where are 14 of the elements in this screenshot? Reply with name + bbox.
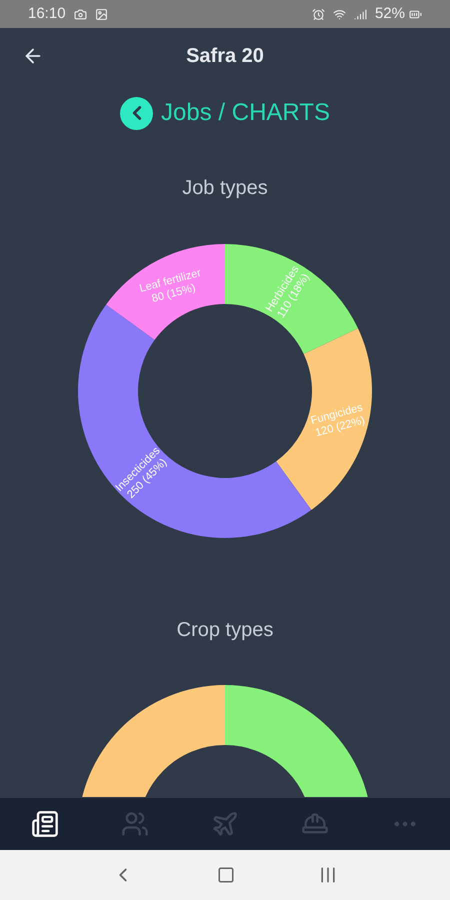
camera-icon xyxy=(74,8,87,20)
image-icon xyxy=(94,8,108,20)
breadcrumb: Jobs / CHARTS xyxy=(161,98,330,128)
home-icon[interactable] xyxy=(216,866,235,884)
status-time: 16:10 xyxy=(28,4,66,24)
wifi-icon xyxy=(332,8,346,20)
chart-title: Crop types xyxy=(176,618,274,643)
header-title: Safra 20 xyxy=(185,44,265,68)
battery-text: 52% xyxy=(374,4,405,24)
back-circle-button[interactable] xyxy=(120,96,154,130)
alarm-icon xyxy=(312,8,325,20)
chart-title: Job types xyxy=(182,176,268,201)
battery-icon xyxy=(409,8,422,20)
signal-icon xyxy=(354,8,367,20)
